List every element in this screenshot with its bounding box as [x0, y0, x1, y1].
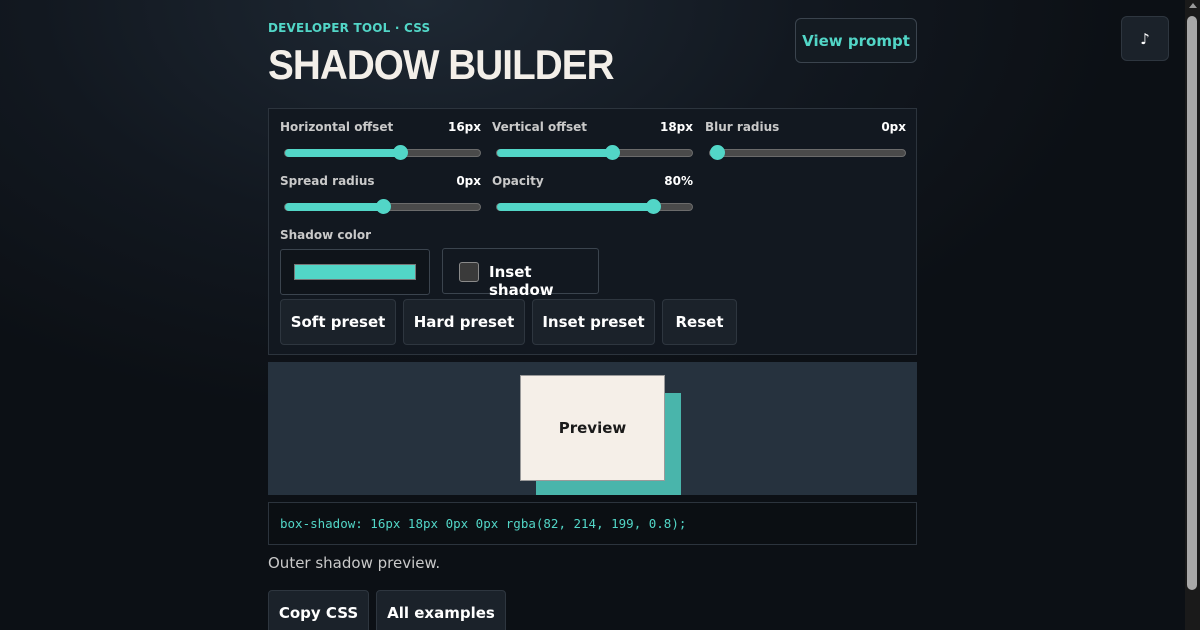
slider-track[interactable] [284, 145, 481, 160]
slider-thumb[interactable] [375, 199, 391, 214]
scroll-thumb[interactable] [1187, 16, 1197, 590]
page-title: SHADOW BUILDER [268, 41, 615, 88]
slider-label: Spread radius [280, 174, 375, 188]
preview-description: Outer shadow preview. [268, 554, 441, 572]
slider-value: 0px [456, 174, 481, 188]
music-note-icon: ♪ [1140, 29, 1150, 48]
inset-shadow-label: Inset shadow [489, 263, 554, 299]
slider-track[interactable] [284, 199, 481, 214]
slider-value: 16px [447, 120, 481, 134]
slider-track[interactable] [709, 145, 906, 160]
slider-horizontal-offset: Horizontal offset 16px [280, 109, 481, 160]
slider-fill [285, 203, 383, 211]
preview-stage: Preview [268, 362, 917, 495]
slider-thumb[interactable] [605, 145, 621, 160]
view-prompt-button[interactable]: View prompt [795, 18, 917, 63]
inset-shadow-toggle[interactable]: Inset shadow [442, 248, 599, 299]
slider-label: Blur radius [705, 120, 780, 134]
inset-preset-button[interactable]: Inset preset [532, 299, 655, 345]
slider-value: 0px [881, 120, 906, 134]
slider-opacity: Opacity 80% [492, 163, 693, 214]
slider-value: 18px [659, 120, 693, 134]
color-swatch [294, 264, 416, 280]
page-scrollbar[interactable] [1185, 0, 1200, 630]
slider-blur-radius: Blur radius 0px [705, 109, 906, 160]
slider-fill [285, 149, 401, 157]
slider-fill [497, 203, 653, 211]
hard-preset-button[interactable]: Hard preset [403, 299, 525, 345]
slider-vertical-offset: Vertical offset 18px [492, 109, 693, 160]
eyebrow-label: DEVELOPER TOOL · CSS [268, 21, 431, 35]
slider-label: Horizontal offset [280, 120, 394, 134]
preview-box: Preview [520, 375, 665, 481]
scroll-up-arrow-icon[interactable] [1189, 3, 1197, 8]
slider-track[interactable] [496, 145, 693, 160]
all-examples-button[interactable]: All examples [376, 590, 506, 630]
css-output: box-shadow: 16px 18px 0px 0px rgba(82, 2… [268, 502, 917, 545]
shadow-color-label: Shadow color [280, 228, 372, 242]
slider-thumb[interactable] [646, 199, 661, 214]
inset-checkbox[interactable] [459, 262, 479, 282]
slider-label: Vertical offset [492, 120, 588, 134]
slider-spread-radius: Spread radius 0px [280, 163, 481, 214]
slider-fill [497, 149, 613, 157]
shadow-color-picker[interactable] [280, 249, 430, 295]
reset-button[interactable]: Reset [662, 299, 737, 345]
controls-panel: Horizontal offset 16px Vertical offset 1… [268, 108, 917, 355]
slider-thumb[interactable] [393, 145, 409, 160]
copy-css-button[interactable]: Copy CSS [268, 590, 369, 630]
music-toggle-button[interactable]: ♪ [1121, 16, 1169, 61]
slider-thumb[interactable] [710, 145, 725, 160]
slider-label: Opacity [492, 174, 544, 188]
soft-preset-button[interactable]: Soft preset [280, 299, 396, 345]
slider-track[interactable] [496, 199, 693, 214]
slider-value: 80% [664, 174, 693, 188]
